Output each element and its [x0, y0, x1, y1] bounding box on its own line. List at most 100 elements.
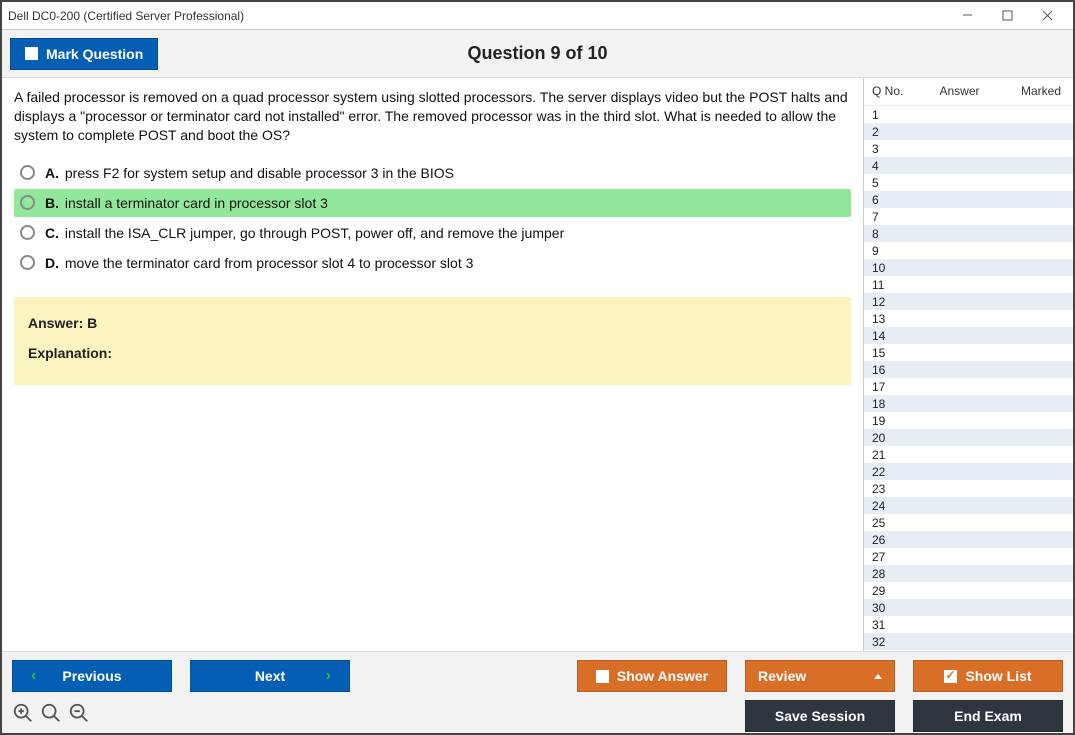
qno-cell: 29 — [872, 584, 912, 598]
qno-cell: 18 — [872, 397, 912, 411]
explanation-label: Explanation: — [28, 345, 837, 361]
minimize-button[interactable] — [947, 3, 987, 29]
qno-cell: 27 — [872, 550, 912, 564]
question-row[interactable]: 13 — [864, 310, 1073, 327]
qno-cell: 9 — [872, 244, 912, 258]
end-exam-label: End Exam — [954, 708, 1022, 724]
show-answer-label: Show Answer — [617, 668, 708, 684]
question-row[interactable]: 7 — [864, 208, 1073, 225]
question-row[interactable]: 25 — [864, 514, 1073, 531]
qno-cell: 7 — [872, 210, 912, 224]
window-title: Dell DC0-200 (Certified Server Professio… — [8, 9, 244, 23]
qno-cell: 16 — [872, 363, 912, 377]
question-row[interactable]: 9 — [864, 242, 1073, 259]
question-row[interactable]: 11 — [864, 276, 1073, 293]
question-row[interactable]: 20 — [864, 429, 1073, 446]
radio-icon — [20, 195, 35, 210]
qno-cell: 23 — [872, 482, 912, 496]
qno-cell: 31 — [872, 618, 912, 632]
qno-cell: 32 — [872, 635, 912, 649]
question-row[interactable]: 10 — [864, 259, 1073, 276]
col-qno: Q No. — [872, 84, 912, 98]
qno-cell: 19 — [872, 414, 912, 428]
question-row[interactable]: 18 — [864, 395, 1073, 412]
option-a[interactable]: A. press F2 for system setup and disable… — [14, 159, 851, 187]
question-row[interactable]: 26 — [864, 531, 1073, 548]
option-b[interactable]: B. install a terminator card in processo… — [14, 189, 851, 217]
qno-cell: 13 — [872, 312, 912, 326]
question-row[interactable]: 4 — [864, 157, 1073, 174]
question-row[interactable]: 6 — [864, 191, 1073, 208]
answer-box: Answer: B Explanation: — [14, 297, 851, 385]
question-row[interactable]: 19 — [864, 412, 1073, 429]
qno-cell: 4 — [872, 159, 912, 173]
question-row[interactable]: 15 — [864, 344, 1073, 361]
footer-row-2: Save Session End Exam — [12, 700, 1063, 732]
titlebar: Dell DC0-200 (Certified Server Professio… — [2, 2, 1073, 30]
body: A failed processor is removed on a quad … — [2, 78, 1073, 651]
question-row[interactable]: 28 — [864, 565, 1073, 582]
qno-cell: 26 — [872, 533, 912, 547]
question-row[interactable]: 5 — [864, 174, 1073, 191]
mark-question-button[interactable]: Mark Question — [10, 38, 158, 70]
footer: ‹ Previous Next › Show Answer Review Sho… — [2, 651, 1073, 733]
zoom-out-button[interactable] — [68, 702, 90, 730]
question-row[interactable]: 31 — [864, 616, 1073, 633]
question-row[interactable]: 17 — [864, 378, 1073, 395]
qno-cell: 2 — [872, 125, 912, 139]
topbar: Mark Question Question 9 of 10 — [2, 30, 1073, 78]
col-answer: Answer — [912, 84, 1007, 98]
show-list-button[interactable]: Show List — [913, 660, 1063, 692]
checkbox-checked-icon — [944, 670, 957, 683]
review-button[interactable]: Review — [745, 660, 895, 692]
mark-question-label: Mark Question — [46, 46, 143, 62]
question-row[interactable]: 16 — [864, 361, 1073, 378]
radio-icon — [20, 255, 35, 270]
qno-cell: 14 — [872, 329, 912, 343]
question-row[interactable]: 22 — [864, 463, 1073, 480]
chevron-right-icon: › — [326, 667, 331, 685]
question-row[interactable]: 23 — [864, 480, 1073, 497]
option-label: C. install the ISA_CLR jumper, go throug… — [45, 225, 564, 241]
main-panel: A failed processor is removed on a quad … — [2, 78, 863, 651]
qno-cell: 10 — [872, 261, 912, 275]
question-list[interactable]: 1234567891011121314151617181920212223242… — [864, 105, 1073, 651]
option-d[interactable]: D. move the terminator card from process… — [14, 249, 851, 277]
question-row[interactable]: 30 — [864, 599, 1073, 616]
question-row[interactable]: 24 — [864, 497, 1073, 514]
qno-cell: 20 — [872, 431, 912, 445]
previous-button[interactable]: ‹ Previous — [12, 660, 172, 692]
show-list-label: Show List — [965, 668, 1031, 684]
qno-cell: 22 — [872, 465, 912, 479]
col-marked: Marked — [1007, 84, 1067, 98]
next-label: Next — [255, 668, 285, 684]
question-row[interactable]: 32 — [864, 633, 1073, 650]
qno-cell: 11 — [872, 278, 912, 292]
question-row[interactable]: 1 — [864, 106, 1073, 123]
qno-cell: 6 — [872, 193, 912, 207]
next-button[interactable]: Next › — [190, 660, 350, 692]
close-button[interactable] — [1027, 3, 1067, 29]
question-row[interactable]: 29 — [864, 582, 1073, 599]
zoom-in-button[interactable] — [12, 702, 34, 730]
zoom-reset-button[interactable] — [40, 702, 62, 730]
close-icon — [1042, 10, 1053, 21]
option-c[interactable]: C. install the ISA_CLR jumper, go throug… — [14, 219, 851, 247]
end-exam-button[interactable]: End Exam — [913, 700, 1063, 732]
question-row[interactable]: 2 — [864, 123, 1073, 140]
question-row[interactable]: 8 — [864, 225, 1073, 242]
qno-cell: 28 — [872, 567, 912, 581]
question-row[interactable]: 14 — [864, 327, 1073, 344]
zoom-out-icon — [68, 702, 90, 724]
question-row[interactable]: 27 — [864, 548, 1073, 565]
question-row[interactable]: 21 — [864, 446, 1073, 463]
maximize-button[interactable] — [987, 3, 1027, 29]
question-row[interactable]: 12 — [864, 293, 1073, 310]
save-session-label: Save Session — [775, 708, 865, 724]
show-answer-button[interactable]: Show Answer — [577, 660, 727, 692]
checkbox-icon — [25, 47, 38, 60]
side-header: Q No. Answer Marked — [864, 78, 1073, 105]
save-session-button[interactable]: Save Session — [745, 700, 895, 732]
question-row[interactable]: 3 — [864, 140, 1073, 157]
app-window: Dell DC0-200 (Certified Server Professio… — [0, 0, 1075, 735]
